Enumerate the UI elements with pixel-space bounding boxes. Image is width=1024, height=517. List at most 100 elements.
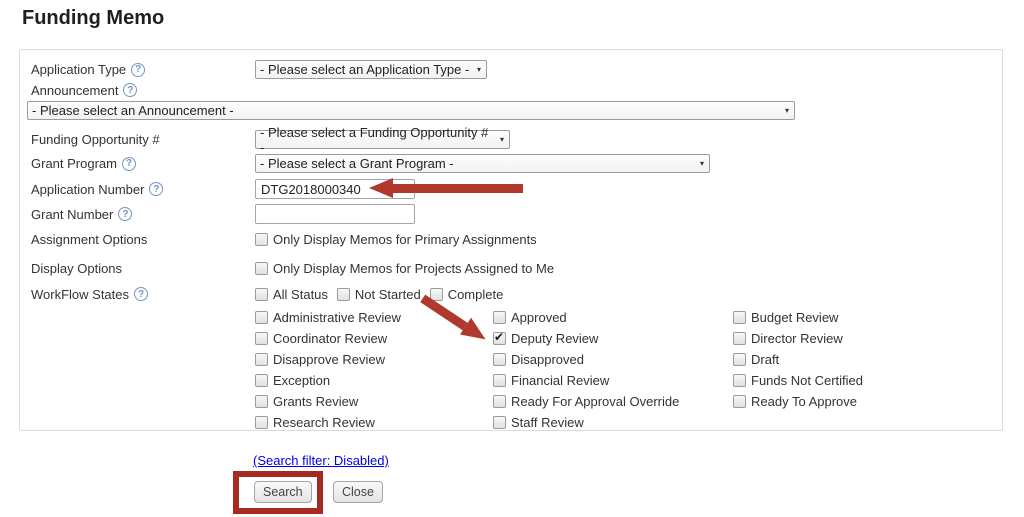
workflow-states-label: WorkFlow States: [31, 287, 129, 302]
not-started-label: Not Started: [355, 287, 421, 302]
workflow-state-label: Research Review: [273, 415, 375, 430]
research-review-checkbox[interactable]: [255, 416, 268, 429]
deputy-review-checkbox[interactable]: [493, 332, 506, 345]
help-icon[interactable]: ?: [118, 207, 132, 221]
workflow-state-label: Exception: [273, 373, 330, 388]
workflow-state-item: Coordinator Review: [255, 330, 493, 346]
announcement-select[interactable]: - Please select an Announcement - ▾: [27, 101, 795, 120]
close-button[interactable]: Close: [333, 481, 383, 503]
workflow-state-item: Staff Review: [493, 414, 733, 430]
page-title: Funding Memo: [22, 7, 164, 30]
grants-review-checkbox[interactable]: [255, 395, 268, 408]
help-icon[interactable]: ?: [149, 182, 163, 196]
grant-number-input[interactable]: [255, 204, 415, 224]
all-status-checkbox[interactable]: [255, 288, 268, 301]
search-button[interactable]: Search: [254, 481, 312, 503]
application-number-input[interactable]: [255, 179, 415, 199]
workflow-state-item: Budget Review: [733, 309, 1002, 325]
workflow-state-label: Coordinator Review: [273, 331, 387, 346]
search-criteria-panel: Application Type ? - Please select an Ap…: [19, 49, 1003, 431]
primary-assignments-checkbox-label: Only Display Memos for Primary Assignmen…: [273, 232, 537, 247]
announcement-selected-value: - Please select an Announcement -: [32, 103, 234, 118]
workflow-state-label: Administrative Review: [273, 310, 401, 325]
application-type-select[interactable]: - Please select an Application Type - ▾: [255, 60, 487, 79]
dropdown-arrow-icon: ▾: [500, 135, 504, 144]
grant-program-select[interactable]: - Please select a Grant Program - ▾: [255, 154, 710, 173]
complete-checkbox[interactable]: [430, 288, 443, 301]
financial-review-checkbox[interactable]: [493, 374, 506, 387]
grant-number-label: Grant Number: [31, 207, 113, 222]
workflow-state-label: Staff Review: [511, 415, 584, 430]
row-announcement-select: - Please select an Announcement - ▾: [31, 101, 1002, 120]
workflow-state-label: Director Review: [751, 331, 843, 346]
row-announcement-label: Announcement ?: [31, 82, 1002, 98]
budget-review-checkbox[interactable]: [733, 311, 746, 324]
workflow-state-label: Funds Not Certified: [751, 373, 863, 388]
workflow-state-item: Disapproved: [493, 351, 733, 367]
not-started-checkbox[interactable]: [337, 288, 350, 301]
workflow-state-label: Draft: [751, 352, 779, 367]
workflow-state-item: Administrative Review: [255, 309, 493, 325]
workflow-state-label: Deputy Review: [511, 331, 598, 346]
funding-opportunity-label: Funding Opportunity #: [31, 132, 160, 147]
approved-checkbox[interactable]: [493, 311, 506, 324]
workflow-state-item: Grants Review: [255, 393, 493, 409]
grant-program-selected-value: - Please select a Grant Program -: [260, 156, 454, 171]
workflow-states-column-3: Budget Review Director Review Draft Fund…: [733, 309, 1002, 430]
funding-opportunity-select[interactable]: - Please select a Funding Opportunity # …: [255, 130, 510, 149]
workflow-state-label: Budget Review: [751, 310, 838, 325]
ready-for-approval-override-checkbox[interactable]: [493, 395, 506, 408]
workflow-state-label: Disapproved: [511, 352, 584, 367]
workflow-state-label: Ready To Approve: [751, 394, 857, 409]
disapproved-checkbox[interactable]: [493, 353, 506, 366]
row-display-options: Display Options Only Display Memos for P…: [31, 260, 1002, 276]
row-funding-opportunity: Funding Opportunity # - Please select a …: [31, 130, 1002, 149]
dropdown-arrow-icon: ▾: [700, 159, 704, 168]
display-options-label: Display Options: [31, 261, 122, 276]
workflow-states-column-2: Approved Deputy Review Disapproved Finan…: [493, 309, 733, 430]
workflow-state-label: Financial Review: [511, 373, 609, 388]
help-icon[interactable]: ?: [123, 83, 137, 97]
row-grant-number: Grant Number ?: [31, 204, 1002, 224]
row-application-number: Application Number ?: [31, 179, 1002, 199]
dropdown-arrow-icon: ▾: [477, 65, 481, 74]
projects-assigned-checkbox-label: Only Display Memos for Projects Assigned…: [273, 261, 554, 276]
exception-checkbox[interactable]: [255, 374, 268, 387]
help-icon[interactable]: ?: [134, 287, 148, 301]
application-number-label: Application Number: [31, 182, 144, 197]
administrative-review-checkbox[interactable]: [255, 311, 268, 324]
all-status-label: All Status: [273, 287, 328, 302]
workflow-state-item: Director Review: [733, 330, 1002, 346]
row-grant-program: Grant Program ? - Please select a Grant …: [31, 154, 1002, 173]
complete-label: Complete: [448, 287, 504, 302]
workflow-state-item: Deputy Review: [493, 330, 733, 346]
primary-assignments-checkbox[interactable]: [255, 233, 268, 246]
staff-review-checkbox[interactable]: [493, 416, 506, 429]
workflow-state-label: Approved: [511, 310, 567, 325]
funding-opportunity-selected-value: - Please select a Funding Opportunity # …: [260, 125, 494, 155]
funds-not-certified-checkbox[interactable]: [733, 374, 746, 387]
director-review-checkbox[interactable]: [733, 332, 746, 345]
workflow-state-item: Draft: [733, 351, 1002, 367]
coordinator-review-checkbox[interactable]: [255, 332, 268, 345]
help-icon[interactable]: ?: [131, 63, 145, 77]
help-icon[interactable]: ?: [122, 157, 136, 171]
funding-memo-page: Funding Memo Application Type ? - Please…: [0, 0, 1024, 517]
workflow-state-item: Disapprove Review: [255, 351, 493, 367]
ready-to-approve-checkbox[interactable]: [733, 395, 746, 408]
application-type-selected-value: - Please select an Application Type -: [260, 62, 469, 77]
grant-program-label: Grant Program: [31, 156, 117, 171]
workflow-state-item: Exception: [255, 372, 493, 388]
workflow-state-item: Ready For Approval Override: [493, 393, 733, 409]
workflow-state-item: Ready To Approve: [733, 393, 1002, 409]
workflow-state-label: Ready For Approval Override: [511, 394, 679, 409]
search-filter-link[interactable]: (Search filter: Disabled): [253, 453, 389, 468]
workflow-state-label: Grants Review: [273, 394, 358, 409]
projects-assigned-checkbox[interactable]: [255, 262, 268, 275]
row-workflow-states: WorkFlow States ? All Status Not Started…: [31, 286, 1002, 302]
workflow-states-grid: Administrative Review Coordinator Review…: [255, 309, 1002, 430]
draft-checkbox[interactable]: [733, 353, 746, 366]
disapprove-review-checkbox[interactable]: [255, 353, 268, 366]
workflow-state-item: Approved: [493, 309, 733, 325]
announcement-label: Announcement: [31, 83, 118, 98]
